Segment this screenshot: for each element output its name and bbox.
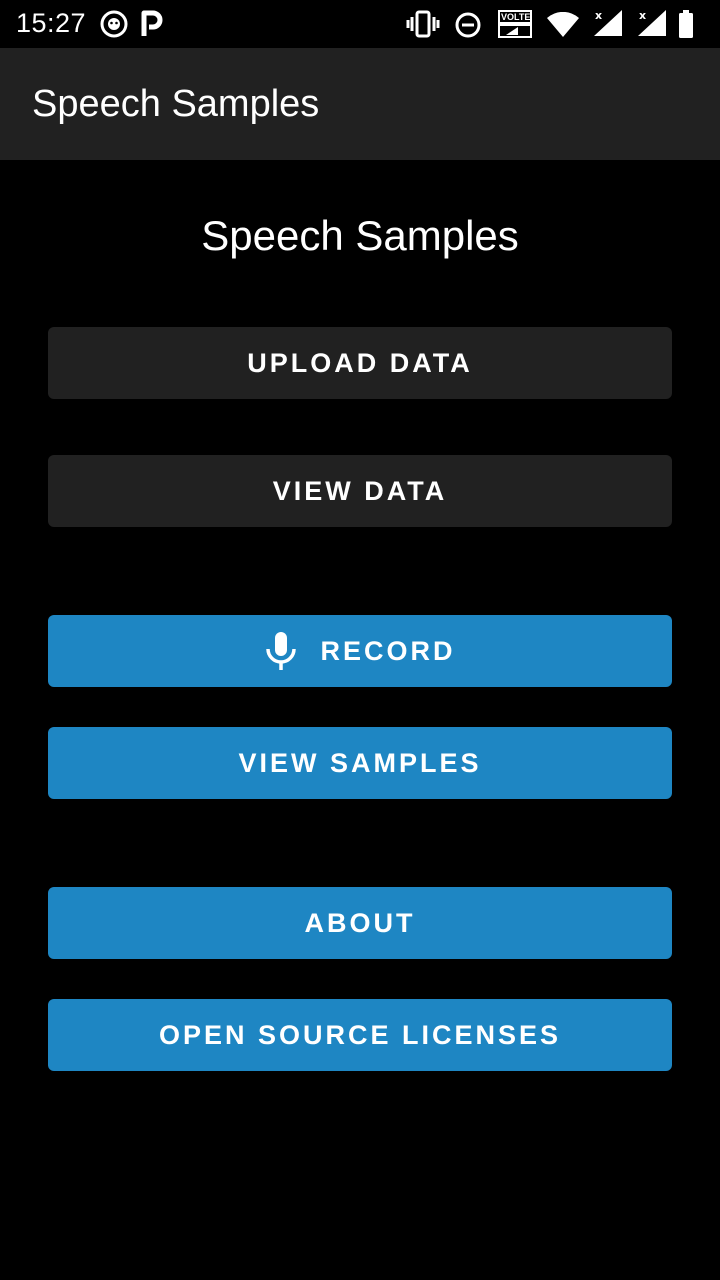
status-right-icons: VOLTE x x [406,8,706,40]
svg-text:x: x [595,9,602,22]
view-data-label: VIEW DATA [272,475,448,506]
open-source-licenses-label: OPEN SOURCE LICENSES [158,1019,562,1050]
battery-icon [679,10,693,38]
status-bar: 15:27 VOLTE x x [0,0,720,48]
upload-data-label: UPLOAD DATA [247,347,473,378]
svg-text:x: x [639,9,646,22]
view-samples-label: VIEW SAMPLES [238,747,482,778]
microphone-icon [266,632,297,670]
app-bar-title: Speech Samples [32,83,320,125]
page-title: Speech Samples [201,212,519,259]
vibrate-icon [406,10,440,38]
signal-icon: x [594,9,622,36]
signal-icon: x [638,9,666,36]
volte-label: VOLTE [498,10,532,24]
about-button[interactable]: ABOUT [48,887,672,959]
about-label: ABOUT [304,907,416,938]
record-button[interactable]: RECORD [48,615,672,687]
parking-p-icon [141,10,163,36]
open-source-licenses-button[interactable]: OPEN SOURCE LICENSES [48,999,672,1071]
shield-face-icon [100,10,128,38]
view-samples-button[interactable]: VIEW SAMPLES [48,727,672,799]
app-bar: Speech Samples [0,48,720,160]
do-not-disturb-icon [455,12,481,38]
view-data-button[interactable]: VIEW DATA [48,455,672,527]
record-label: RECORD [320,635,456,666]
status-time: 15:27 [16,8,87,38]
upload-data-button[interactable]: UPLOAD DATA [48,327,672,399]
wifi-icon [547,12,579,37]
volte-icon: VOLTE [498,10,532,38]
